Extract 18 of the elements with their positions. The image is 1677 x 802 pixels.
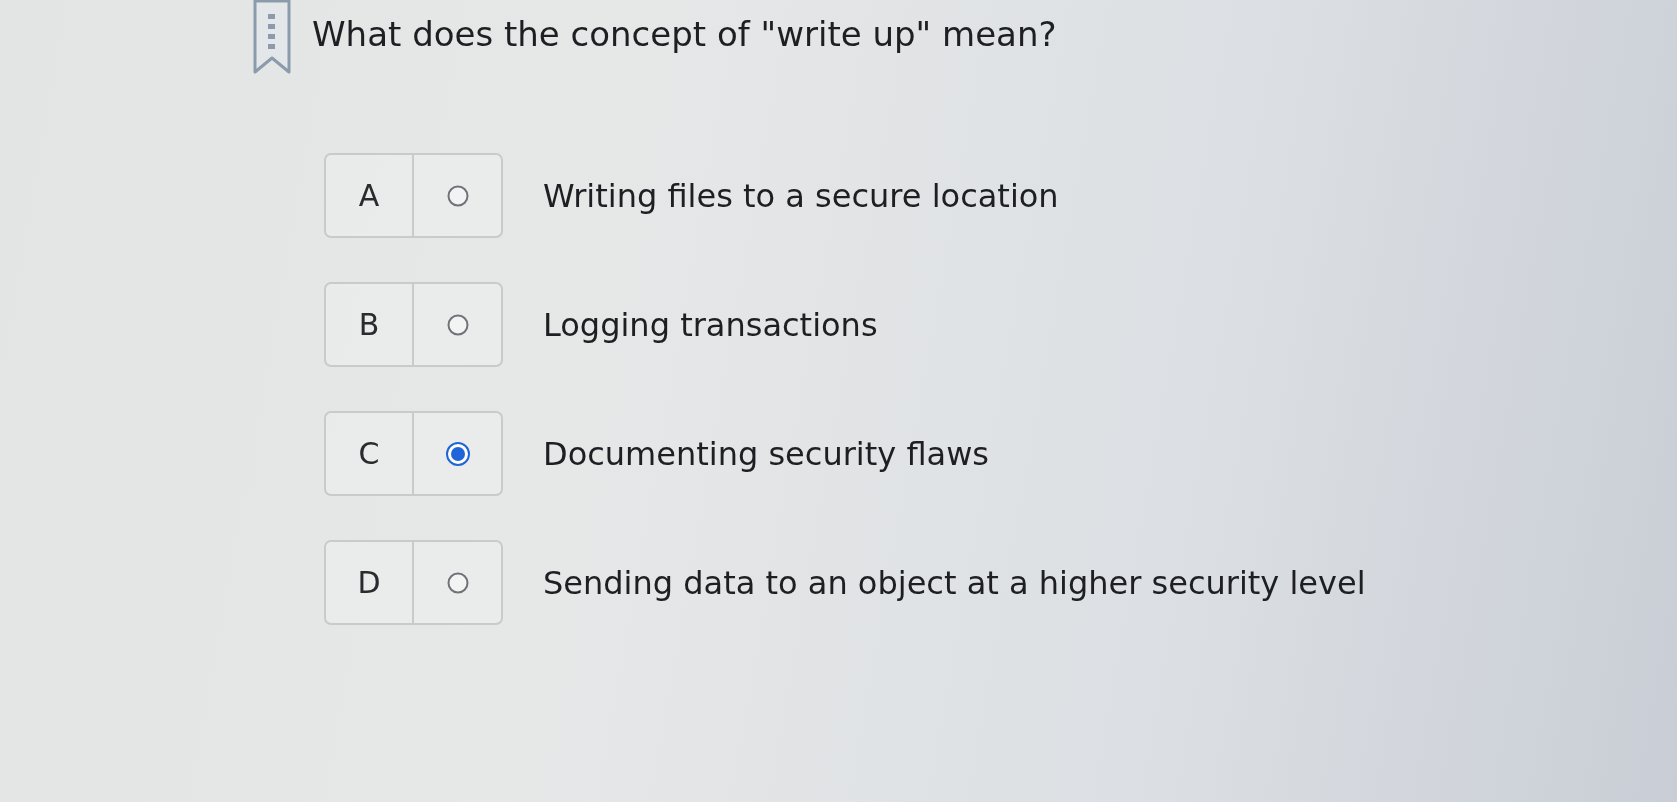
answer-choice-box[interactable]: B bbox=[324, 282, 503, 367]
bookmark-icon[interactable] bbox=[252, 0, 292, 75]
choice-letter: A bbox=[358, 178, 380, 213]
radio-button-selected[interactable] bbox=[445, 441, 470, 466]
radio-button[interactable] bbox=[445, 312, 470, 337]
radio-button[interactable] bbox=[445, 570, 470, 595]
answer-text: Documenting security flaws bbox=[543, 434, 989, 473]
question-text: What does the concept of "write up" mean? bbox=[312, 14, 1057, 55]
answer-choice-box[interactable]: A bbox=[324, 153, 503, 238]
choice-letter: B bbox=[358, 307, 380, 342]
choice-letter: D bbox=[357, 565, 381, 600]
choice-letter: C bbox=[358, 436, 380, 471]
answer-text: Logging transactions bbox=[543, 305, 878, 344]
answer-text: Sending data to an object at a higher security level bbox=[543, 563, 1366, 602]
answer-choice-box[interactable]: D bbox=[324, 540, 503, 625]
radio-button[interactable] bbox=[445, 183, 470, 208]
answer-text: Writing files to a secure location bbox=[543, 176, 1059, 215]
answer-choice-box[interactable]: C bbox=[324, 411, 503, 496]
